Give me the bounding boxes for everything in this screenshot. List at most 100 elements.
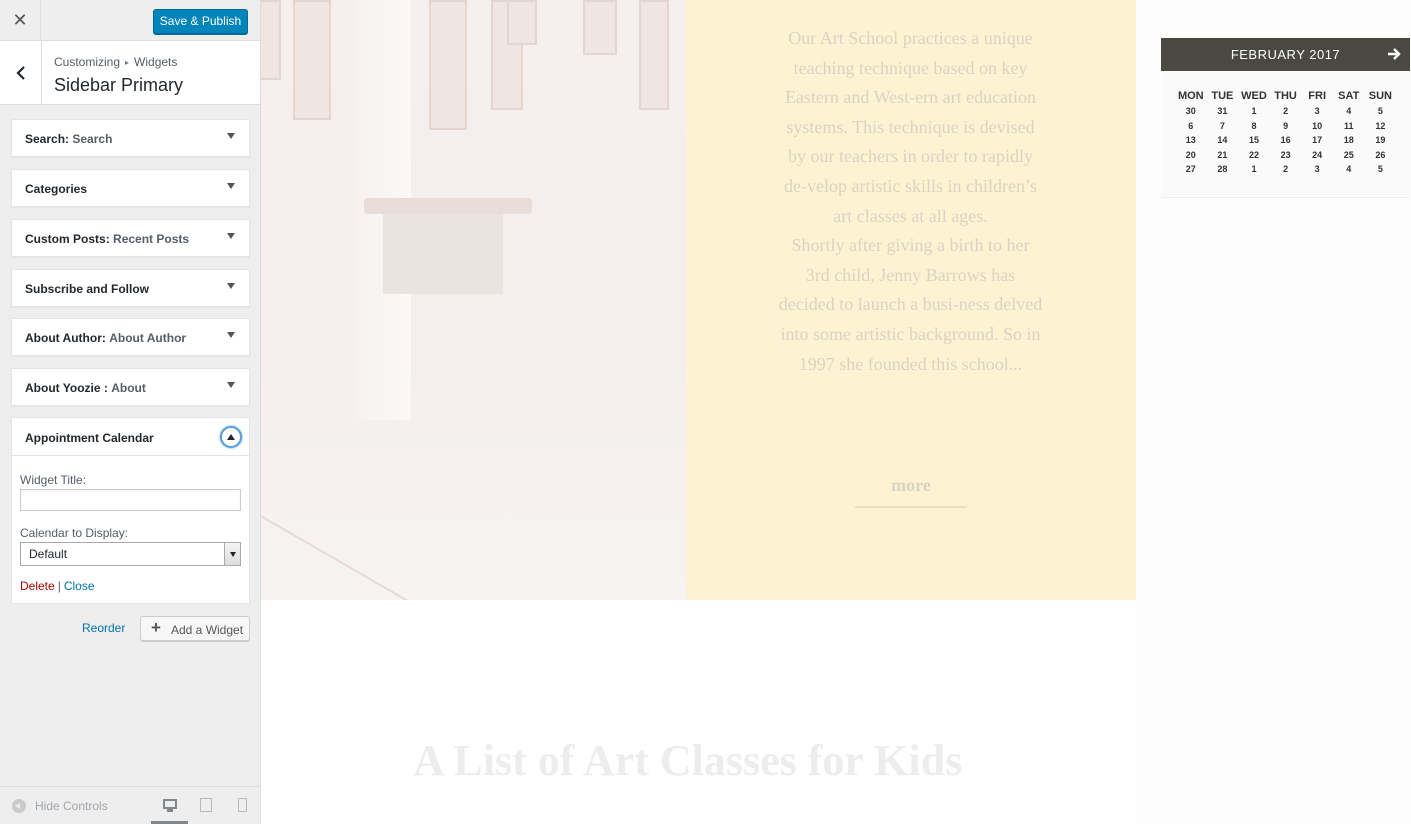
calendar-day[interactable]: 25 [1333,148,1365,163]
calendar-day[interactable]: 8 [1238,119,1270,134]
about-text: Our Art School practices a unique teachi… [778,24,1043,379]
calendar-day[interactable]: 10 [1301,119,1333,134]
widget-name: About Yoozie [25,381,104,395]
collapse-circle-icon [12,799,26,813]
widget-search[interactable]: Search: Search [11,119,250,157]
save-publish-button[interactable]: Save & Publish [153,9,248,34]
floor-line [261,515,504,600]
widget-categories[interactable]: Categories [11,169,250,207]
plus-icon: + [151,618,161,637]
calendar-week: 13 14 15 16 17 18 19 [1175,133,1396,148]
calendar-day[interactable]: 28 [1207,162,1239,177]
calendar-day[interactable]: 24 [1301,148,1333,163]
calendar-day[interactable]: 1 [1238,162,1270,177]
triangle-down-icon[interactable] [227,133,235,139]
calendar-day[interactable]: 12 [1365,119,1397,134]
calendar-day[interactable]: 16 [1270,133,1302,148]
calendar-day[interactable]: 2 [1270,162,1302,177]
widget-instance-title: Search [72,132,113,146]
calendar-display-select[interactable]: Default [20,542,241,566]
calendar-weekday: TUE [1211,90,1234,102]
breadcrumb-customizing: Customizing [54,55,121,69]
calendar-day[interactable]: 27 [1175,162,1207,177]
chevron-left-icon [15,66,25,80]
calendar-day[interactable]: 21 [1207,148,1239,163]
widget-about-yoozie[interactable]: About Yoozie : About [11,368,250,406]
desktop-preview-button[interactable] [160,797,180,815]
tablet-preview-button[interactable] [197,797,217,815]
widget-title: Subscribe and Follow [25,282,150,296]
widget-appointment-calendar: Appointment Calendar Widget Title: Calen… [11,417,250,604]
calendar-day[interactable]: 3 [1301,104,1333,119]
hide-controls-button[interactable]: Hide Controls [12,799,108,813]
close-widget-link[interactable]: Close [64,579,95,593]
calendar-day[interactable]: 26 [1365,148,1397,163]
calendar-day[interactable]: 22 [1238,148,1270,163]
widget-title: Appointment Calendar [25,431,154,445]
calendar-week: 27 28 1 2 3 4 5 [1175,162,1396,177]
calendar-day[interactable]: 6 [1175,119,1207,134]
widget-subscribe-follow[interactable]: Subscribe and Follow [11,269,250,307]
mobile-preview-button[interactable] [233,797,253,815]
collapse-widget-button[interactable] [220,426,242,448]
triangle-down-icon[interactable] [227,233,235,239]
calendar-day[interactable]: 2 [1270,104,1302,119]
calendar-day[interactable]: 15 [1238,133,1270,148]
widget-name: Custom Posts [25,232,106,246]
calendar-day[interactable]: 3 [1301,162,1333,177]
calendar-day[interactable]: 5 [1365,162,1397,177]
close-customizer-button[interactable]: ✕ [0,0,41,41]
widget-about-author[interactable]: About Author: About Author [11,318,250,356]
calendar-day[interactable]: 13 [1175,133,1207,148]
calendar-day[interactable]: 11 [1333,119,1365,134]
widget-title-input[interactable] [20,489,241,511]
calendar-day[interactable]: 1 [1238,104,1270,119]
calendar-day[interactable]: 4 [1333,104,1365,119]
more-link[interactable]: more [855,475,967,508]
breadcrumb: Customizing ▸ Widgets [54,55,177,69]
calendar-day[interactable]: 17 [1301,133,1333,148]
calendar-day[interactable]: 7 [1207,119,1239,134]
triangle-down-icon[interactable] [227,382,235,388]
widget-instance-title: Recent Posts [113,232,190,246]
widget-title: Categories [25,182,88,196]
widget-header[interactable]: Appointment Calendar [12,418,249,456]
calendar-week: 6 7 8 9 10 11 12 [1175,119,1396,134]
reorder-link[interactable]: Reorder [82,621,125,635]
calendar-day[interactable]: 31 [1207,104,1239,119]
calendar-display-label: Calendar to Display: [20,526,129,540]
calendar-day[interactable]: 18 [1333,133,1365,148]
calendar-day[interactable]: 20 [1175,148,1207,163]
site-preview: Our Art School practices a unique teachi… [261,0,1411,824]
calendar-days: 30 31 1 2 3 4 5 6 7 8 9 10 11 12 13 14 15 16 17 18 19 20 21 22 2… [1175,104,1396,177]
triangle-down-icon[interactable] [227,332,235,338]
calendar-day[interactable]: 30 [1175,104,1207,119]
photo-frame [261,0,281,80]
arrow-right-icon[interactable] [1386,46,1402,62]
about-section: Our Art School practices a unique teachi… [686,0,1136,600]
breadcrumb-widgets: Widgets [134,55,178,69]
widget-instance-title: About [111,381,146,395]
about-paragraph: Our Art School practices a unique teachi… [784,28,1037,226]
widget-custom-posts[interactable]: Custom Posts: Recent Posts [11,219,250,257]
photo-frame [583,0,617,55]
calendar-day[interactable]: 14 [1207,133,1239,148]
calendar-grid: MON TUE WED THU FRI SAT SUN 30 31 1 2 3 4 5 6 7 8 9 10 11 1… [1175,88,1396,177]
widget-title-label: Widget Title: [20,473,87,487]
calendar-weekday: THU [1274,90,1297,102]
tablet-icon [200,798,212,812]
breadcrumb-separator: ▸ [125,58,130,67]
back-button[interactable] [0,41,42,105]
calendar-day[interactable]: 5 [1365,104,1397,119]
add-widget-button[interactable]: + Add a Widget [140,616,250,641]
calendar-day[interactable]: 23 [1270,148,1302,163]
chevron-down-icon[interactable] [224,543,240,565]
calendar-day[interactable]: 4 [1333,162,1365,177]
photo-frame [639,0,669,110]
calendar-day[interactable]: 19 [1365,133,1397,148]
calendar-day[interactable]: 9 [1270,119,1302,134]
triangle-down-icon[interactable] [227,283,235,289]
triangle-down-icon[interactable] [227,183,235,189]
calendar-weekday: SUN [1368,90,1392,102]
delete-widget-link[interactable]: Delete [20,579,55,593]
